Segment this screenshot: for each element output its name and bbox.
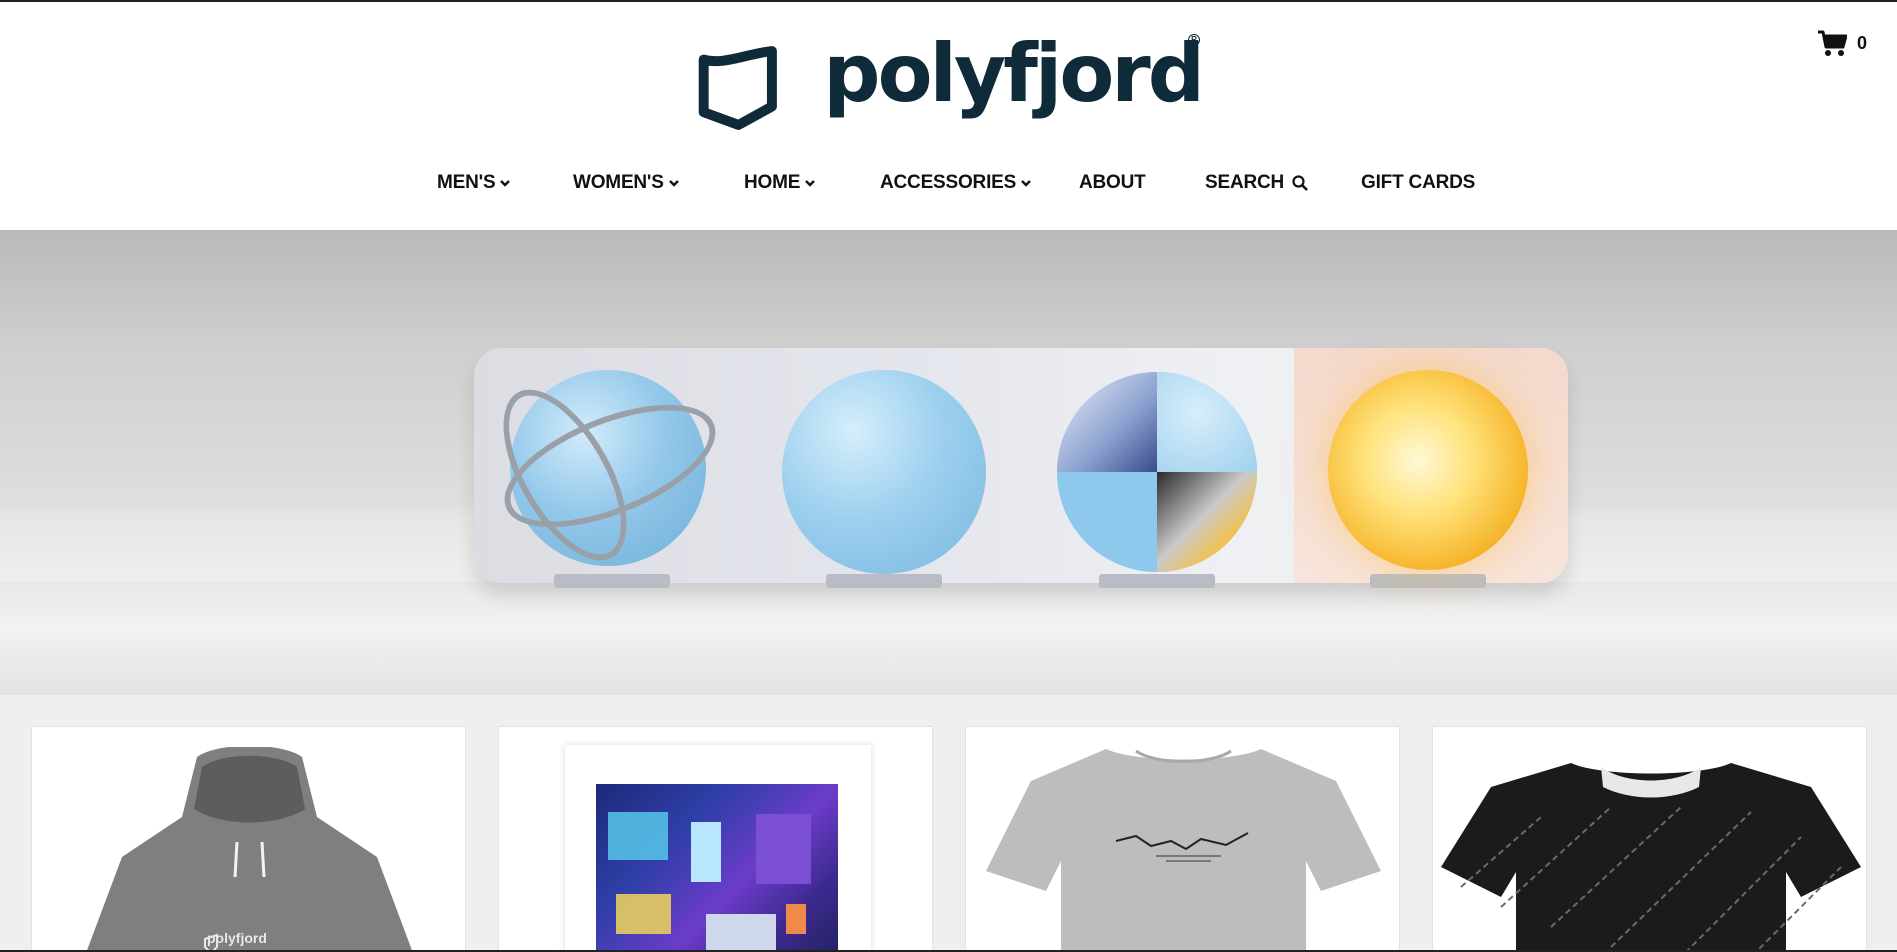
nav-womens-label: WOMEN'S — [573, 172, 664, 193]
nav-gift-cards[interactable]: GIFT CARDS — [1361, 172, 1475, 194]
nav-accessories[interactable]: ACCESSORIES — [880, 172, 1032, 194]
main-nav: MEN'S WOMEN'S HOME ACCESSORIES ABOUT SEA… — [0, 172, 1897, 198]
chevron-down-icon — [500, 180, 511, 187]
nav-gift-cards-label: GIFT CARDS — [1361, 172, 1476, 193]
nav-home-label: HOME — [744, 172, 801, 193]
nav-search[interactable]: SEARCH — [1205, 172, 1308, 194]
search-icon — [1292, 175, 1308, 191]
art-shape — [756, 814, 811, 884]
nav-about-label: ABOUT — [1079, 172, 1146, 193]
shield-logo-icon — [698, 46, 777, 130]
chevron-down-icon — [668, 180, 679, 187]
sphere-quadrant — [1057, 372, 1157, 472]
cart-icon — [1817, 30, 1847, 56]
chevron-down-icon — [1021, 180, 1031, 187]
hoodie-image — [86, 747, 413, 952]
nav-mens[interactable]: MEN'S — [437, 172, 511, 194]
sphere-quadrant — [1157, 472, 1257, 572]
registered-mark: R — [1188, 34, 1200, 46]
nav-accessories-label: ACCESSORIES — [880, 172, 1017, 193]
product-card-hoodie[interactable]: polyfjord — [31, 726, 466, 952]
art-shape — [691, 822, 721, 882]
sphere-stand — [1370, 574, 1486, 588]
site-header: polyfjord R 0 MEN'S WOMEN'S HOME ACCESSO… — [0, 2, 1897, 230]
art-print-image — [596, 784, 838, 952]
sphere-stand — [1099, 574, 1215, 588]
sphere-quadrant — [1057, 472, 1157, 572]
product-card-art-print[interactable] — [498, 726, 933, 952]
product-card-allover-t-shirt[interactable] — [1432, 726, 1867, 952]
art-shape — [616, 894, 671, 934]
matte-blue-sphere — [782, 370, 986, 574]
hoodie-print-text: polyfjord — [207, 930, 267, 946]
site-logo[interactable]: polyfjord — [698, 27, 1205, 144]
art-shape — [706, 914, 776, 952]
hero-banner[interactable] — [0, 230, 1897, 695]
cart-button[interactable]: 0 — [1817, 30, 1867, 57]
nav-about[interactable]: ABOUT — [1079, 172, 1146, 194]
cart-count: 0 — [1856, 33, 1867, 53]
product-card-t-shirt[interactable] — [965, 726, 1400, 952]
sphere-quadrant — [1157, 372, 1257, 472]
hero-floor — [0, 582, 1897, 695]
chevron-down-icon — [805, 180, 816, 187]
art-shape — [608, 812, 668, 860]
sphere-stand — [554, 574, 670, 588]
nav-home[interactable]: HOME — [744, 172, 816, 194]
t-shirt-image — [986, 749, 1381, 952]
glowing-gold-sphere — [1328, 370, 1528, 570]
quartered-sphere — [1057, 372, 1257, 572]
art-shape — [786, 904, 806, 934]
product-grid: polyfjord — [0, 695, 1897, 952]
nav-mens-label: MEN'S — [437, 172, 496, 193]
sphere-stand — [826, 574, 942, 588]
nav-search-label: SEARCH — [1205, 172, 1285, 193]
nav-womens[interactable]: WOMEN'S — [573, 172, 680, 194]
allover-t-shirt-image — [1441, 763, 1861, 952]
brand-name: polyfjord — [823, 27, 1205, 120]
